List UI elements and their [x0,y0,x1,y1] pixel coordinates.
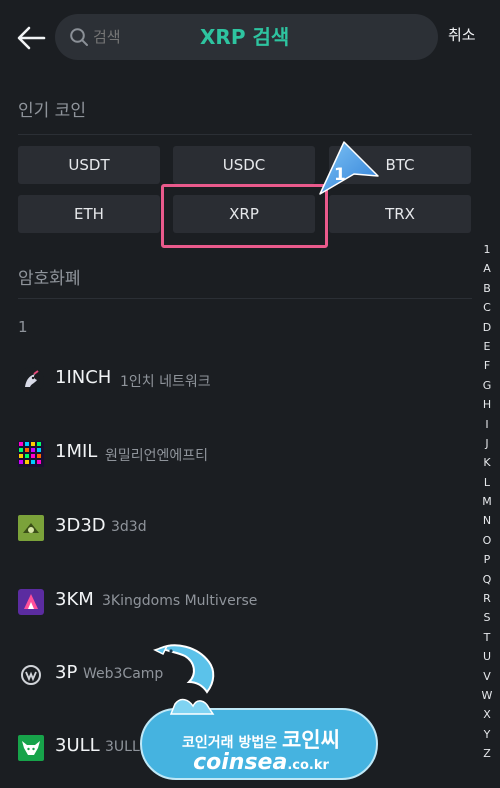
index-letter[interactable]: I [474,415,500,434]
back-arrow-icon [17,26,46,50]
coin-symbol: 3P [55,662,78,683]
3d3d-logo-icon [18,515,44,541]
coin-symbol: 3KM [55,589,94,610]
index-letter[interactable]: K [474,453,500,472]
divider [18,298,472,299]
coin-name: 1인치 네트워크 [120,374,211,390]
coin-name: 원밀리언엔에프티 [105,448,209,464]
popular-coin-usdt[interactable]: USDT [18,146,160,184]
watermark-brand: 코인씨 [281,728,340,752]
dolphin-icon [153,644,215,715]
step-marker-number: 1 [334,165,346,185]
search-annotation-title: XRP 검색 [200,25,290,49]
popular-coin-eth[interactable]: ETH [18,195,160,233]
coin-symbol: 1INCH [55,367,112,388]
pixel-grid-logo-icon [18,441,44,467]
index-letter[interactable]: T [474,628,500,647]
divider [18,134,472,135]
coin-name: 3ULL [105,739,140,755]
coin-name: 3d3d [111,519,147,535]
xrp-highlight-box [161,184,328,248]
index-letter[interactable]: R [474,589,500,608]
cancel-button[interactable]: 취소 [448,24,476,45]
coin-symbol: 3ULL [55,735,100,756]
coin-row-3km[interactable]: 3KM 3Kingdoms Multiverse [18,582,448,622]
bull-logo-icon [18,735,44,761]
index-letter[interactable]: D [474,318,500,337]
index-letter[interactable]: Z [474,744,500,763]
index-letter[interactable]: E [474,337,500,356]
index-letter[interactable]: U [474,647,500,666]
popular-coins-title: 인기 코인 [18,101,86,121]
index-letter[interactable]: W [474,686,500,705]
index-letter[interactable]: 1 [474,240,500,259]
index-letter[interactable]: H [474,395,500,414]
step-marker-pointer-icon: 1 [319,141,379,195]
list-group-label: 1 [18,318,28,336]
search-header: XRP 검색 취소 [0,0,500,76]
index-letter[interactable]: J [474,434,500,453]
index-letter[interactable]: A [474,259,500,278]
web3camp-logo-icon [21,665,41,685]
coin-row-1inch[interactable]: 1INCH 1인치 네트워크 [18,360,448,400]
index-letter[interactable]: Y [474,725,500,744]
index-letter[interactable]: V [474,667,500,686]
unicorn-logo-icon [18,367,44,393]
coin-symbol: 3D3D [55,515,106,536]
index-letter[interactable]: G [474,376,500,395]
back-button[interactable] [14,22,48,54]
index-letter[interactable]: Q [474,570,500,589]
watermark-domain: coinsea.co.kr [142,750,380,775]
index-letter[interactable]: B [474,279,500,298]
search-box[interactable]: XRP 검색 [55,14,438,60]
index-letter[interactable]: X [474,705,500,724]
coin-row-1mil[interactable]: 1MIL 원밀리언엔에프티 [18,434,448,474]
popular-coin-trx[interactable]: TRX [329,195,471,233]
3km-logo-icon [18,589,44,615]
index-letter[interactable]: C [474,298,500,317]
index-letter[interactable]: S [474,608,500,627]
watermark-badge: 코인거래 방법은 코인씨 coinsea.co.kr [140,708,378,780]
popular-coin-usdc[interactable]: USDC [173,146,315,184]
search-icon [70,28,88,46]
index-letter[interactable]: L [474,473,500,492]
index-letter[interactable]: F [474,356,500,375]
crypto-section-title: 암호화폐 [18,269,81,289]
index-letter[interactable]: N [474,511,500,530]
coinsea-watermark: 코인거래 방법은 코인씨 coinsea.co.kr [140,640,380,785]
coin-symbol: 1MIL [55,441,98,462]
index-letter[interactable]: P [474,550,500,569]
index-letter[interactable]: M [474,492,500,511]
search-input[interactable] [93,14,163,60]
alphabet-index-bar[interactable]: 1ABCDEFGHIJKLMNOPQRSTUVWXYZ [474,240,500,764]
watermark-tagline: 코인거래 방법은 [182,735,278,751]
coin-row-3d3d[interactable]: 3D3D 3d3d [18,508,448,548]
index-letter[interactable]: O [474,531,500,550]
watermark-domain-tld: .co.kr [287,758,329,773]
coin-name: 3Kingdoms Multiverse [102,593,258,609]
watermark-domain-main: coinsea [193,750,288,775]
